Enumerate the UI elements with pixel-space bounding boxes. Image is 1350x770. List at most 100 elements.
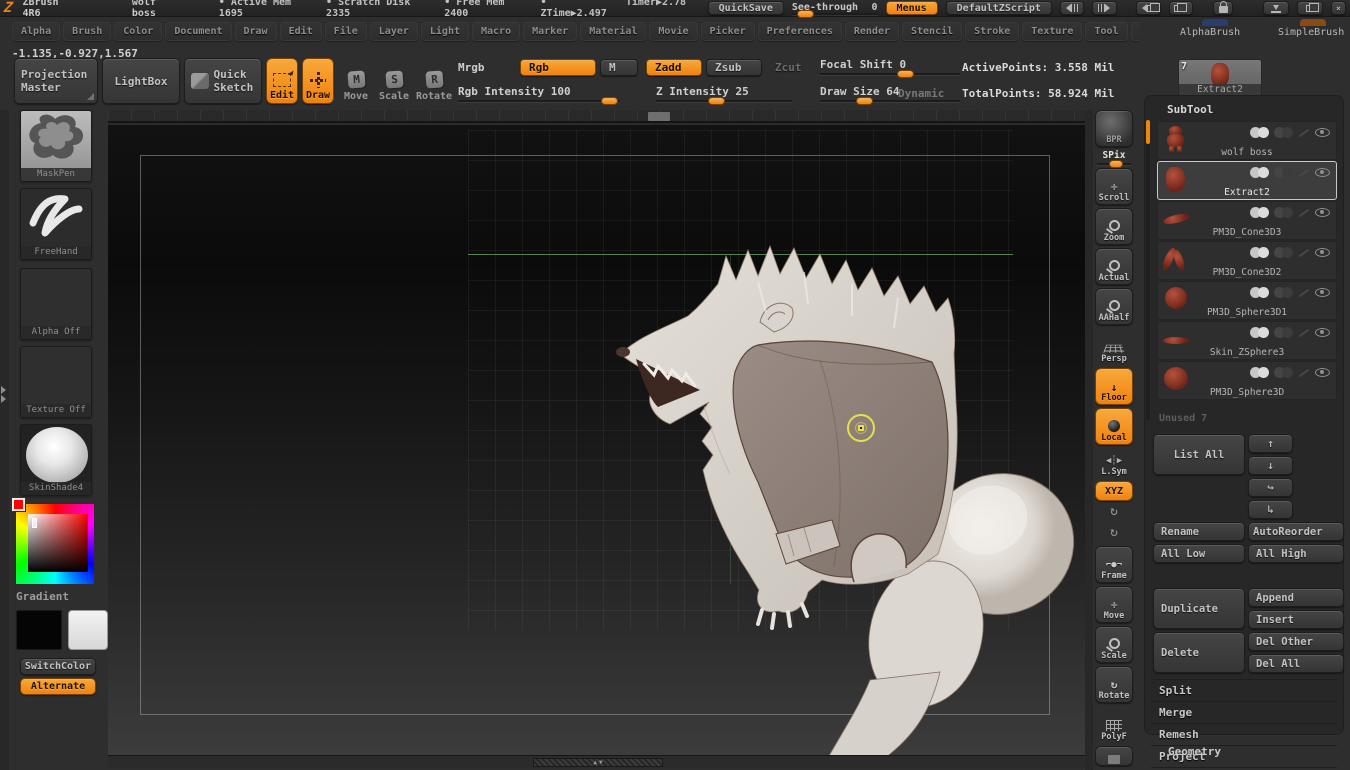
copy-config-right-icon[interactable]: [1168, 1, 1194, 15]
all-high-button[interactable]: All High: [1248, 544, 1344, 563]
spix-slider[interactable]: SPix: [1095, 150, 1133, 168]
brush-toggle-icon[interactable]: [1298, 368, 1310, 377]
canvas-scroll-handle[interactable]: [648, 112, 670, 121]
actual-size-button[interactable]: Actual: [1095, 248, 1133, 285]
merge-section[interactable]: Merge: [1151, 701, 1337, 723]
rename-button[interactable]: Rename: [1153, 522, 1245, 541]
frame-button[interactable]: ⌐●¬ Frame: [1095, 546, 1133, 583]
visibility-eye-icon[interactable]: [1315, 208, 1330, 217]
brush-toggle-icon[interactable]: [1298, 328, 1310, 337]
secondary-color-swatch[interactable]: [68, 610, 108, 650]
brush-toggle-icon[interactable]: [1298, 208, 1310, 217]
canvas-top-scrollbar[interactable]: [108, 110, 1085, 123]
color-picker[interactable]: [11, 497, 94, 584]
dynamic-toggle[interactable]: Dynamic: [898, 87, 944, 100]
rgb-intensity-slider[interactable]: Rgb Intensity 100: [458, 85, 620, 105]
subtool-row-cone3d2[interactable]: PM3D_Cone3D2: [1157, 241, 1337, 280]
current-tool-thumbnail[interactable]: 7 Extract2: [1178, 59, 1262, 97]
mrgb-button[interactable]: Mrgb: [458, 61, 485, 74]
polypaint-toggle-icon[interactable]: [1250, 207, 1269, 218]
restore-window-icon[interactable]: [1296, 1, 1323, 15]
simplebrush-thumbnail[interactable]: [1300, 19, 1326, 26]
menu-texture[interactable]: Texture: [1022, 21, 1083, 41]
visibility-eye-icon[interactable]: [1315, 168, 1330, 177]
visibility-eye-icon[interactable]: [1315, 248, 1330, 257]
menu-document[interactable]: Document: [165, 21, 232, 41]
menu-render[interactable]: Render: [844, 21, 899, 41]
insert-button[interactable]: Insert: [1248, 610, 1344, 629]
current-texture-thumbnail[interactable]: Texture Off: [20, 346, 92, 418]
z-intensity-slider[interactable]: Z Intensity 25: [656, 85, 792, 105]
rgb-button[interactable]: Rgb: [520, 59, 596, 76]
gradient-label[interactable]: Gradient: [16, 590, 69, 603]
rotate-3d-button[interactable]: ↻ Rotate: [1095, 666, 1133, 703]
alphabrush-thumbnail[interactable]: [1202, 19, 1228, 26]
subtool-row-wolf-boss[interactable]: wolf boss: [1157, 121, 1337, 160]
menu-alpha[interactable]: Alpha: [12, 21, 61, 41]
menu-edit[interactable]: Edit: [279, 21, 322, 41]
autoreorder-button[interactable]: AutoReorder: [1248, 522, 1344, 541]
subtool-row-sphere3d[interactable]: PM3D_Sphere3D: [1157, 361, 1337, 400]
menu-stroke[interactable]: Stroke: [965, 21, 1020, 41]
menu-light[interactable]: Light: [420, 21, 469, 41]
draw-mode-button[interactable]: Draw: [302, 58, 334, 104]
del-other-button[interactable]: Del Other: [1248, 632, 1344, 651]
xyz-rotation-button[interactable]: XYZ: [1095, 481, 1133, 501]
polypaint-toggle-icon[interactable]: [1250, 287, 1269, 298]
current-brush-thumbnail[interactable]: MaskPen: [20, 110, 92, 182]
next-page-icon[interactable]: [1092, 1, 1117, 15]
move-mode-button[interactable]: M Move: [340, 58, 372, 104]
uv-toggle-icon[interactable]: [1274, 367, 1293, 378]
uv-toggle-icon[interactable]: [1274, 247, 1293, 258]
menu-tool[interactable]: Tool: [1085, 21, 1128, 41]
quicksave-button[interactable]: QuickSave: [707, 1, 784, 15]
polypaint-toggle-icon[interactable]: [1250, 127, 1269, 138]
main-color-swatch[interactable]: [16, 610, 62, 650]
zoom-button[interactable]: Zoom: [1095, 208, 1133, 245]
alternate-button[interactable]: Alternate: [20, 678, 96, 695]
uv-toggle-icon[interactable]: [1274, 207, 1293, 218]
polypaint-toggle-icon[interactable]: [1250, 367, 1269, 378]
saturation-value-square[interactable]: [28, 514, 88, 572]
document-canvas[interactable]: ▲ ▼: [108, 110, 1085, 768]
menu-material[interactable]: Material: [580, 21, 647, 41]
zadd-button[interactable]: Zadd: [646, 59, 702, 76]
rotate-z-icon[interactable]: ↻: [1110, 525, 1118, 543]
visibility-eye-icon[interactable]: [1315, 328, 1330, 337]
brush-toggle-icon[interactable]: [1298, 128, 1310, 137]
previous-page-icon[interactable]: [1059, 1, 1085, 15]
append-button[interactable]: Append: [1248, 588, 1344, 607]
polypaint-toggle-icon[interactable]: [1250, 327, 1269, 338]
move-down-skip-button[interactable]: ↳: [1248, 500, 1293, 519]
zcut-button[interactable]: Zcut: [766, 59, 810, 76]
defaultzscript-button[interactable]: DefaultZScript: [945, 1, 1052, 15]
zsub-button[interactable]: Zsub: [706, 59, 762, 76]
close-icon[interactable]: ×: [1330, 1, 1346, 15]
list-all-button[interactable]: List All: [1153, 434, 1245, 475]
subtool-row-cone3d3[interactable]: PM3D_Cone3D3: [1157, 201, 1337, 240]
partial-shelf-button[interactable]: [1095, 746, 1133, 766]
geometry-panel-header[interactable]: Geometry: [1168, 745, 1221, 758]
scroll-button[interactable]: ✛ Scroll: [1095, 168, 1133, 205]
quick-sketch-button[interactable]: Quick Sketch: [184, 58, 262, 104]
uv-toggle-icon[interactable]: [1274, 327, 1293, 338]
split-section[interactable]: Split: [1151, 679, 1337, 701]
alphabrush-label[interactable]: AlphaBrush: [1180, 27, 1240, 38]
menu-color[interactable]: Color: [114, 21, 163, 41]
viewport[interactable]: [108, 125, 1085, 768]
move-up-button[interactable]: ↑: [1248, 434, 1293, 453]
brush-toggle-icon[interactable]: [1298, 248, 1310, 257]
brush-toggle-icon[interactable]: [1298, 288, 1310, 297]
move-down-button[interactable]: ↓: [1248, 456, 1293, 475]
polypaint-toggle-icon[interactable]: [1250, 247, 1269, 258]
subtool-row-zsphere3[interactable]: Skin_ZSphere3: [1157, 321, 1337, 360]
minimize-icon[interactable]: [1262, 1, 1289, 15]
menu-macro[interactable]: Macro: [472, 21, 521, 41]
visibility-eye-icon[interactable]: [1315, 288, 1330, 297]
aahalf-button[interactable]: AAHalf: [1095, 288, 1133, 325]
menu-draw[interactable]: Draw: [234, 21, 277, 41]
lightbox-button[interactable]: LightBox: [102, 58, 180, 104]
move-up-skip-button[interactable]: ↪: [1248, 478, 1293, 497]
menu-brush[interactable]: Brush: [63, 21, 112, 41]
menu-preferences[interactable]: Preferences: [757, 21, 842, 41]
